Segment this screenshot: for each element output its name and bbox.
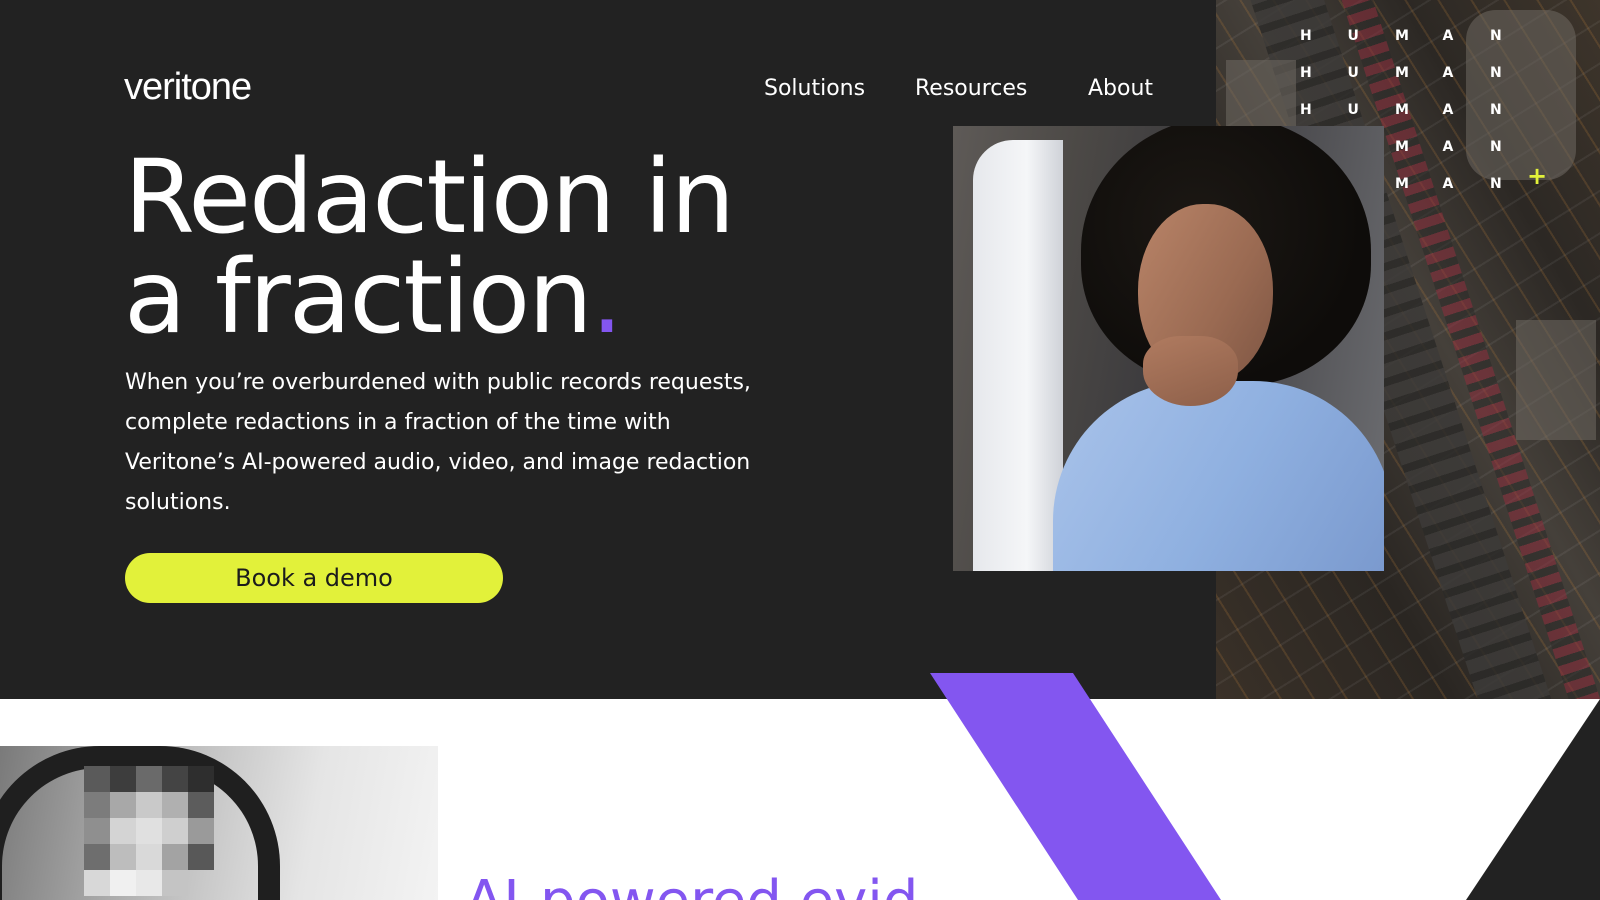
- human-row: HUMAN: [1300, 101, 1502, 118]
- purple-diagonal-band: [930, 673, 1221, 900]
- section-heading: AI-powered evid: [465, 872, 918, 900]
- human-row: HUMAN: [1300, 64, 1502, 81]
- nav-about[interactable]: About: [1088, 76, 1153, 101]
- nav-resources[interactable]: Resources: [915, 76, 1027, 101]
- human-row: HUMAN: [1300, 27, 1502, 44]
- plus-icon: +: [1527, 162, 1548, 190]
- woman-at-computer-photo: [953, 126, 1384, 571]
- accent-dot: .: [590, 238, 623, 357]
- hero-description: When you’re overburdened with public rec…: [125, 370, 751, 515]
- nav-solutions[interactable]: Solutions: [764, 76, 865, 101]
- page-title: Redaction in a fraction.: [124, 138, 735, 357]
- book-demo-button[interactable]: Book a demo: [125, 553, 503, 603]
- dark-triangle: [1466, 699, 1600, 900]
- redacted-driver-photo: [0, 746, 438, 900]
- veritone-logo[interactable]: veritone: [124, 66, 252, 109]
